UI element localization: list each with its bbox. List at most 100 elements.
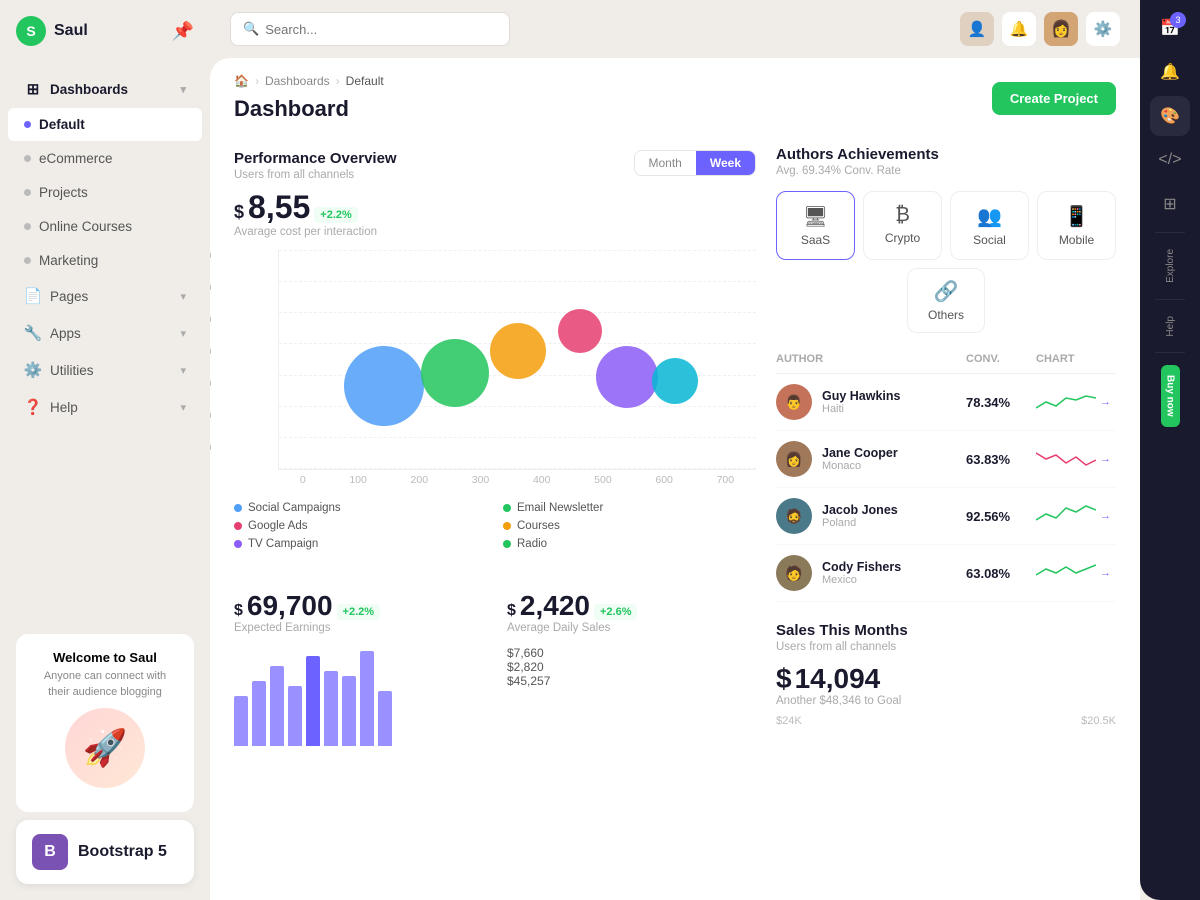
grid-icon[interactable]: ⊞ [1150, 184, 1190, 224]
tab-social[interactable]: 👥 Social [950, 191, 1029, 260]
bar [306, 656, 320, 746]
daily-sales-card: $ 2,420 +2.6% Average Daily Sales $7,660… [507, 590, 756, 746]
author-info-jane: 👩 Jane Cooper Monaco [776, 441, 966, 477]
sidebar-item-online-courses[interactable]: Online Courses [8, 210, 202, 243]
bootstrap-label: Bootstrap 5 [78, 843, 167, 861]
breadcrumb-dashboards[interactable]: Dashboards [265, 74, 330, 88]
tab-mobile[interactable]: 📱 Mobile [1037, 191, 1116, 260]
saas-icon: 🖥 [803, 204, 828, 229]
mini-chart-cody: → [1036, 559, 1116, 587]
sales-amount-2: $2,820 [507, 660, 756, 674]
conv-rate-guy: 78.34% [966, 395, 1036, 410]
metric-value: $ 8,55 +2.2% [234, 189, 756, 226]
tab-mobile-label: Mobile [1059, 233, 1094, 247]
avatar-guy: 👨 [776, 384, 812, 420]
create-project-button[interactable]: Create Project [992, 82, 1116, 115]
tab-crypto[interactable]: ₿ Crypto [863, 191, 942, 260]
app-logo-icon: S [16, 16, 46, 46]
sales-label-20k: $20.5K [1081, 715, 1116, 727]
legend-courses: Courses [503, 520, 756, 532]
sidebar-item-default[interactable]: Default [8, 108, 202, 141]
apps-icon: 🔧 [24, 324, 42, 342]
help-label[interactable]: Help [1161, 308, 1180, 345]
chevron-down-icon: ▾ [180, 327, 186, 340]
sidebar-item-pages[interactable]: 📄 Pages ▾ [8, 278, 202, 314]
sidebar-item-dashboards[interactable]: ⊞ Dashboards ▾ [8, 71, 202, 107]
breadcrumb-home[interactable]: 🏠 [234, 74, 249, 88]
sidebar-label-pages: Pages [50, 289, 88, 304]
tab-saas[interactable]: 🖥 SaaS [776, 191, 855, 260]
divider [1155, 352, 1185, 353]
main-area: 🔍 👤 🔔 👩 ⚙️ 🏠 › Dashboards › Default [210, 0, 1140, 900]
author-location-jacob: Poland [822, 517, 898, 529]
sidebar-item-marketing[interactable]: Marketing [8, 244, 202, 277]
sales-number: 14,094 [795, 663, 881, 695]
bubble-radio [652, 358, 698, 404]
sidebar-item-apps[interactable]: 🔧 Apps ▾ [8, 315, 202, 351]
content-body: Performance Overview Users from all chan… [210, 130, 1140, 900]
dot-icon [24, 257, 31, 264]
author-location-jane: Monaco [822, 460, 898, 472]
tab-others[interactable]: 🔗 Others [907, 268, 985, 333]
sidebar-label-dashboards: Dashboards [50, 82, 128, 97]
sidebar-item-utilities[interactable]: ⚙️ Utilities ▾ [8, 352, 202, 388]
sidebar-item-help[interactable]: ❓ Help ▾ [8, 389, 202, 425]
settings-icon[interactable]: ⚙️ [1086, 12, 1120, 46]
category-tabs: 🖥 SaaS ₿ Crypto 👥 Social 📱 [776, 191, 1116, 260]
user-avatar-small[interactable]: 👤 [960, 12, 994, 46]
breadcrumb: 🏠 › Dashboards › Default [234, 74, 384, 88]
divider [1155, 232, 1185, 233]
performance-card: Performance Overview Users from all chan… [234, 130, 756, 570]
sidebar-item-projects[interactable]: Projects [8, 176, 202, 209]
conv-rate-jane: 63.83% [966, 452, 1036, 467]
calendar-icon[interactable]: 📅 3 [1150, 8, 1190, 48]
bar [270, 666, 284, 746]
notification-bell-icon[interactable]: 🔔 [1002, 12, 1036, 46]
content-header: 🏠 › Dashboards › Default Dashboard Creat… [210, 58, 1140, 130]
chevron-down-icon: ▾ [180, 290, 186, 303]
sidebar-label-help: Help [50, 400, 78, 415]
legend-social: Social Campaigns [234, 502, 487, 514]
code-icon[interactable]: </> [1150, 140, 1190, 180]
explore-label[interactable]: Explore [1161, 241, 1180, 291]
search-input[interactable] [265, 22, 497, 37]
mini-chart-jane: → [1036, 445, 1116, 473]
x-axis-labels: 0100200300400500600700 [278, 474, 756, 486]
welcome-subtitle: Anyone can connect with their audience b… [32, 669, 178, 700]
author-name-jane: Jane Cooper [822, 446, 898, 460]
bubble-chart-wrapper: 7006005004003002001000 [234, 250, 756, 486]
performance-subtitle: Users from all channels [234, 169, 397, 181]
others-icon: 🔗 [934, 279, 959, 304]
page-title: Dashboard [234, 96, 384, 122]
bar [234, 696, 248, 746]
user-avatar[interactable]: 👩 [1044, 12, 1078, 46]
right-column: Authors Achievements Avg. 69.34% Conv. R… [776, 130, 1116, 880]
col-author: AUTHOR [776, 353, 966, 365]
author-location-guy: Haiti [822, 403, 901, 415]
author-row-guy: 👨 Guy Hawkins Haiti 78.34% → [776, 374, 1116, 431]
legend-email: Email Newsletter [503, 502, 756, 514]
sidebar-label-online-courses: Online Courses [39, 219, 132, 234]
search-box[interactable]: 🔍 [230, 12, 510, 46]
sidebar-label-ecommerce: eCommerce [39, 151, 113, 166]
sidebar-label-marketing: Marketing [39, 253, 98, 268]
pin-icon[interactable]: 📌 [172, 21, 194, 42]
week-pill[interactable]: Week [696, 151, 755, 175]
sidebar-item-ecommerce[interactable]: eCommerce [8, 142, 202, 175]
month-pill[interactable]: Month [635, 151, 696, 175]
bootstrap-card: B Bootstrap 5 [16, 820, 194, 884]
left-column: Performance Overview Users from all chan… [234, 130, 776, 880]
metric-label: Avarage cost per interaction [234, 226, 756, 238]
author-row-cody: 🧑 Cody Fishers Mexico 63.08% → [776, 545, 1116, 602]
divider [1155, 299, 1185, 300]
bubble-courses [490, 323, 546, 379]
palette-icon[interactable]: 🎨 [1150, 96, 1190, 136]
buy-now-button[interactable]: Buy now [1161, 365, 1180, 427]
avatar-jacob: 🧔 [776, 498, 812, 534]
col-chart: CHART [1036, 353, 1116, 365]
welcome-card: Welcome to Saul Anyone can connect with … [16, 634, 194, 812]
sales-amount-1: $7,660 [507, 646, 756, 660]
conv-rate-cody: 63.08% [966, 566, 1036, 581]
sales-subtitle: Users from all channels [776, 641, 1116, 653]
bell-icon[interactable]: 🔔 [1150, 52, 1190, 92]
